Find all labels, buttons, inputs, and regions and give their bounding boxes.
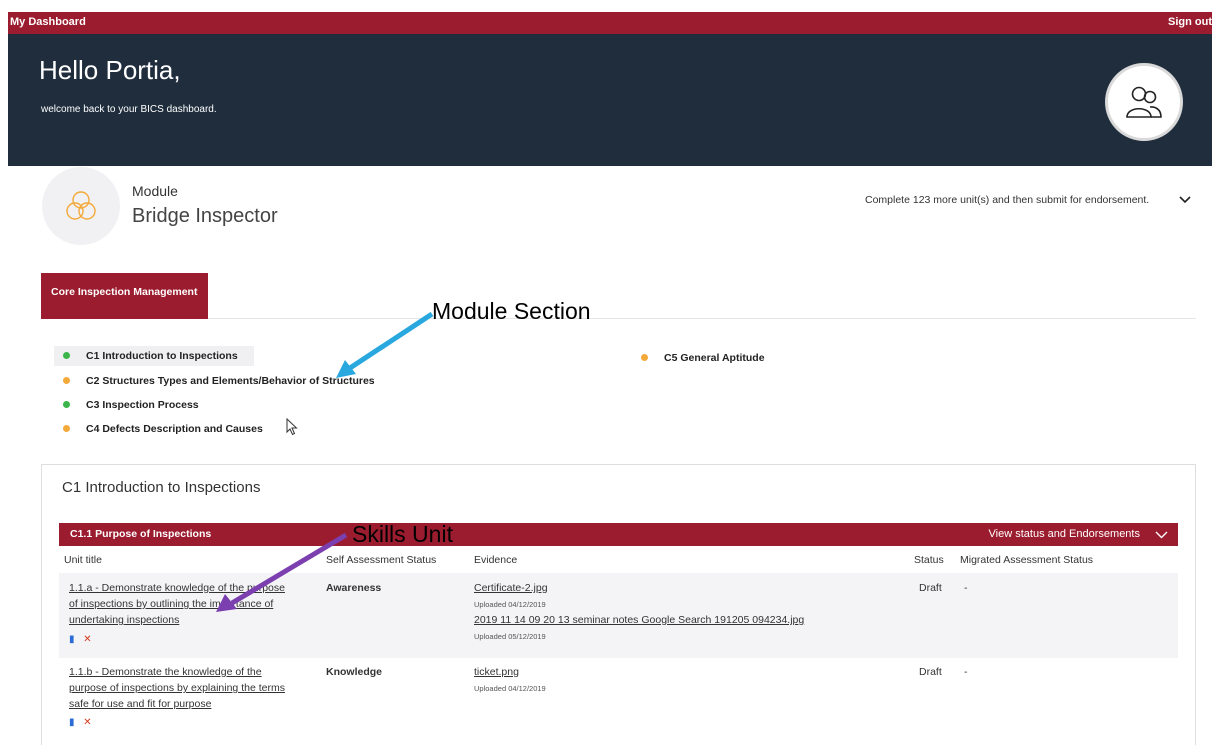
self-assessment-status: Knowledge (326, 666, 383, 678)
venn-rings-icon (66, 191, 96, 220)
user-avatar[interactable] (1105, 63, 1183, 141)
status-dot-orange (641, 354, 648, 361)
status-dot-orange (63, 425, 70, 432)
row-actions: ▮ ✕ (69, 634, 92, 645)
column-header-evidence: Evidence (474, 554, 518, 566)
status-dot-green (63, 352, 70, 359)
upload-date: Uploaded 05/12/2019 (474, 632, 546, 641)
status-value: Draft (919, 666, 942, 678)
unit-title-line[interactable]: purpose of inspections by explaining the… (69, 682, 285, 694)
evidence-list: Certificate-2.jpg Uploaded 04/12/2019 20… (474, 580, 914, 644)
attachment-icon[interactable]: ▮ (69, 717, 75, 728)
unit-title-link[interactable]: 1.1.a - Demonstrate knowledge of the pur… (69, 580, 319, 628)
unit-title-line[interactable]: undertaking inspections (69, 614, 179, 626)
migrated-status-value: - (964, 582, 968, 594)
evidence-file-link[interactable]: Certificate-2.jpg (474, 582, 548, 594)
unit-title-line[interactable]: of inspections by outlining the importan… (69, 598, 273, 610)
tab-core-inspection-management[interactable]: Core Inspection Management (41, 273, 208, 319)
section-item-c5[interactable]: C5 General Aptitude (632, 348, 792, 368)
delete-icon[interactable]: ✕ (83, 634, 91, 645)
unit-title-line[interactable]: 1.1.a - Demonstrate knowledge of the pur… (69, 582, 285, 594)
migrated-status-value: - (964, 666, 968, 678)
column-header-status: Status (914, 554, 944, 566)
unit-title-line[interactable]: 1.1.b - Demonstrate the knowledge of the (69, 666, 262, 678)
unit-title-line[interactable]: safe for use and fit for purpose (69, 698, 211, 710)
status-dot-green (63, 401, 70, 408)
column-header-migrated-status: Migrated Assessment Status (960, 554, 1094, 566)
column-header-unit-title: Unit title (64, 554, 102, 566)
tab-label: Core Inspection Management (51, 286, 198, 298)
evidence-file-link[interactable]: 2019 11 14 09 20 13 seminar notes Google… (474, 614, 804, 626)
section-panel: C1 Introduction to Inspections C1.1 Purp… (41, 464, 1196, 745)
attachment-icon[interactable]: ▮ (69, 634, 75, 645)
welcome-banner: Hello Portia, welcome back to your BICS … (8, 34, 1212, 166)
skills-unit-header[interactable]: C1.1 Purpose of Inspections View status … (59, 523, 1178, 546)
section-item-c3[interactable]: C3 Inspection Process (54, 395, 254, 415)
users-icon (1126, 86, 1162, 118)
skills-unit-title: C1.1 Purpose of Inspections (70, 528, 212, 540)
upload-date: Uploaded 04/12/2019 (474, 600, 546, 609)
module-icon-circle (42, 167, 120, 245)
column-header-self-assessment: Self Assessment Status (326, 554, 437, 566)
module-label: Module (132, 183, 178, 199)
chevron-down-icon[interactable] (1178, 193, 1192, 207)
upload-date: Uploaded 04/12/2019 (474, 684, 546, 693)
table-row: 1.1.a - Demonstrate knowledge of the pur… (59, 573, 1178, 658)
completion-message: Complete 123 more unit(s) and then submi… (865, 194, 1150, 206)
row-actions: ▮ ✕ (69, 717, 92, 728)
section-item-c4[interactable]: C4 Defects Description and Causes (54, 419, 284, 439)
greeting-title: Hello Portia, (39, 55, 181, 85)
evidence-file-link[interactable]: ticket.png (474, 666, 519, 678)
view-status-endorsements-link[interactable]: View status and Endorsements (989, 528, 1140, 540)
sign-out-link[interactable]: Sign out (1168, 16, 1212, 28)
section-label: C5 General Aptitude (664, 352, 765, 364)
module-section-callout: Module Section (432, 298, 591, 324)
self-assessment-status: Awareness (326, 582, 382, 594)
module-section-arrow (348, 311, 434, 371)
welcome-subtitle: welcome back to your BICS dashboard. (41, 104, 217, 115)
section-label: C3 Inspection Process (86, 399, 199, 411)
delete-icon[interactable]: ✕ (83, 717, 91, 728)
my-dashboard-link[interactable]: My Dashboard (10, 16, 86, 28)
section-label: C4 Defects Description and Causes (86, 423, 263, 435)
unit-title-link[interactable]: 1.1.b - Demonstrate the knowledge of the… (69, 664, 319, 712)
status-dot-orange (63, 377, 70, 384)
skills-unit-callout: Skills Unit (352, 521, 453, 547)
evidence-list: ticket.png Uploaded 04/12/2019 (474, 664, 914, 696)
table-row: 1.1.b - Demonstrate the knowledge of the… (59, 658, 1178, 745)
module-name: Bridge Inspector (132, 205, 278, 227)
tab-divider (208, 318, 1196, 319)
section-label: C2 Structures Types and Elements/Behavio… (86, 375, 375, 387)
chevron-down-icon[interactable] (1155, 528, 1168, 541)
status-value: Draft (919, 582, 942, 594)
panel-title: C1 Introduction to Inspections (62, 479, 261, 496)
section-label: C1 Introduction to Inspections (86, 350, 238, 362)
top-nav-bar: My Dashboard Sign out (8, 12, 1212, 34)
section-item-c2[interactable]: C2 Structures Types and Elements/Behavio… (54, 371, 394, 391)
mouse-cursor-icon (286, 418, 298, 436)
section-item-c1[interactable]: C1 Introduction to Inspections (54, 346, 254, 366)
